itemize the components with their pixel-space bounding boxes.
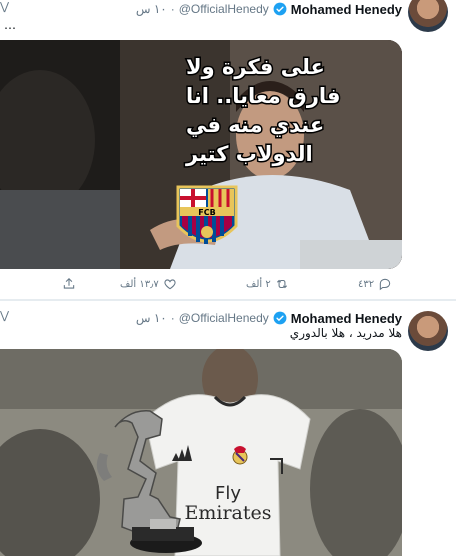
- reply-icon: [379, 278, 391, 291]
- real-madrid-crest-icon: [232, 446, 248, 465]
- tweet-2-meme-image[interactable]: Fly Emirates: [0, 349, 402, 556]
- heart-icon: [164, 279, 176, 290]
- tweet-1-avatar[interactable]: [408, 0, 448, 32]
- like-button[interactable]: ١٣٫٧ ألف: [120, 277, 177, 291]
- tweet-2-handle[interactable]: @OfficialHenedy: [179, 311, 269, 325]
- tweet-1-header: Mohamed Henedy @OfficialHenedy · ١٠ س: [136, 0, 402, 18]
- tweet-2-author-name[interactable]: Mohamed Henedy: [291, 311, 402, 326]
- tweet-2-dot: ·: [170, 311, 175, 325]
- tweet-2[interactable]: ⋁ Mohamed Henedy @OfficialHenedy · ١٠ س …: [0, 301, 456, 556]
- meme-scene: على فكرة ولا فارق معايا.. انا عندي منه ف…: [0, 40, 402, 269]
- tweet-2-text: هلا مدريد ، هلا بالدوري: [289, 326, 402, 340]
- tweet-1-author-name[interactable]: Mohamed Henedy: [291, 2, 402, 17]
- tweet-2-timestamp[interactable]: ١٠ س: [136, 311, 167, 325]
- tweet-2-more-chevron[interactable]: ⋁: [0, 309, 9, 322]
- meme-scene-2: Fly Emirates: [0, 349, 402, 556]
- retweet-count: ٢ ألف: [246, 278, 271, 290]
- like-count: ١٣٫٧ ألف: [120, 278, 159, 290]
- tweet-1-meme-image[interactable]: على فكرة ولا فارق معايا.. انا عندي منه ف…: [0, 40, 402, 269]
- reply-button[interactable]: ٤٣٢: [358, 277, 392, 291]
- tweet-1-handle[interactable]: @OfficialHenedy: [179, 2, 269, 16]
- fcb-crest-icon: FCB: [176, 185, 238, 244]
- reply-count: ٤٣٢: [358, 278, 375, 290]
- tweet-1-dot: ·: [170, 2, 175, 16]
- verified-icon: [273, 311, 287, 325]
- retweet-button[interactable]: ٢ ألف: [246, 277, 289, 291]
- tweet-2-header: Mohamed Henedy @OfficialHenedy · ١٠ س: [136, 309, 402, 327]
- verified-icon: [273, 2, 287, 16]
- tweet-1-more-chevron[interactable]: ⋁: [0, 0, 9, 13]
- tweet-1-timestamp[interactable]: ١٠ س: [136, 2, 167, 16]
- share-icon: [63, 278, 75, 289]
- meme-caption-line-2: فارق معايا.. انا: [186, 84, 341, 108]
- fcb-crest-text: FCB: [198, 208, 215, 217]
- meme-caption-line-4: الدولاب كتير: [185, 142, 313, 166]
- shirt-sponsor-line-2: Emirates: [184, 502, 271, 524]
- shirt-sponsor-line-1: Fly: [215, 483, 241, 504]
- share-button[interactable]: [62, 277, 76, 291]
- retweet-icon: [276, 279, 287, 289]
- tweet-1[interactable]: ⋁ Mohamed Henedy @OfficialHenedy · ١٠ س …: [0, 0, 456, 300]
- tweet-2-avatar[interactable]: [408, 311, 448, 351]
- meme-caption-line-3: عندي منه في: [186, 113, 324, 138]
- tweet-1-actions: ١٣٫٧ ألف ٢ ألف ٤٣٢: [0, 277, 402, 295]
- meme-caption-line-1: على فكرة ولا: [186, 55, 325, 79]
- tweet-1-text: …: [4, 18, 16, 32]
